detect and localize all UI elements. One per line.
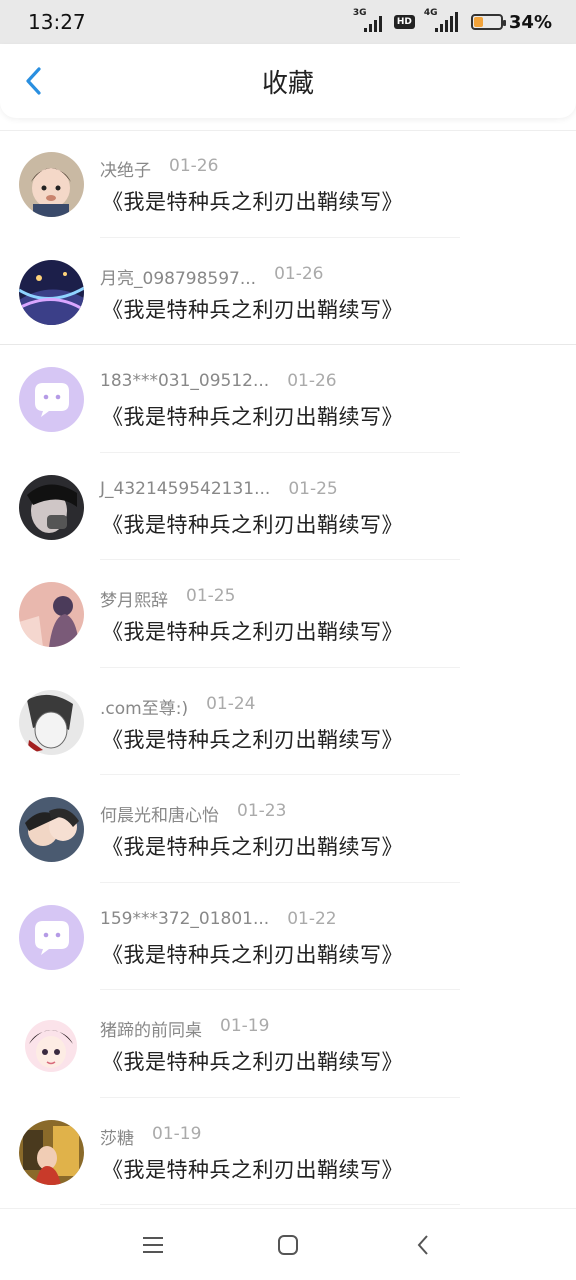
username: 何晨光和唐心怡 <box>100 806 219 826</box>
nav-back-button[interactable] <box>403 1225 443 1265</box>
item-meta: 月亮_098798597... 01-26 <box>100 264 323 289</box>
list-item[interactable]: 梦月熙辞 01-25 《我是特种兵之利刃出鞘续写》 <box>0 560 576 668</box>
page-title: 收藏 <box>261 68 314 99</box>
date: 01-26 <box>169 156 219 176</box>
network-type-label: 3G <box>352 8 367 18</box>
list-item[interactable]: 159***372_01801... 01-22 《我是特种兵之利刃出鞘续写》 <box>0 883 576 990</box>
item-meta: 183***031_09512... 01-26 <box>100 371 337 391</box>
avatar[interactable] <box>19 1119 84 1185</box>
default-avatar[interactable] <box>19 367 84 432</box>
item-meta: 莎糖 01-19 <box>100 1124 201 1149</box>
signal-3g-icon: 3G <box>353 8 384 32</box>
date: 01-25 <box>288 478 338 499</box>
favorites-list: 决绝子 01-26 《我是特种兵之利刃出鞘续写》 月亮_098798597...… <box>0 130 576 1205</box>
menu-icon <box>143 1236 163 1253</box>
header: 收藏 <box>0 44 576 118</box>
username: .com至尊:) <box>100 698 189 719</box>
list-item[interactable]: 何晨光和唐心怡 01-23 《我是特种兵之利刃出鞘续写》 <box>0 775 576 883</box>
item-meta: 159***372_01801... 01-22 <box>100 909 337 929</box>
item-meta: 何晨光和唐心怡 01-23 <box>100 801 286 826</box>
default-avatar[interactable] <box>19 904 84 970</box>
book-title[interactable]: 《我是特种兵之利刃出鞘续写》 <box>102 939 403 969</box>
username: 决绝子 <box>100 161 151 181</box>
network-type-label: 4G <box>423 8 438 18</box>
date: 01-25 <box>186 586 236 606</box>
back-button[interactable] <box>18 64 48 98</box>
list-item[interactable]: 月亮_098798597... 01-26 《我是特种兵之利刃出鞘续写》 <box>0 238 576 345</box>
list-item[interactable]: 莎糖 01-19 《我是特种兵之利刃出鞘续写》 <box>0 1098 576 1205</box>
battery-icon <box>470 14 506 30</box>
book-title[interactable]: 《我是特种兵之利刃出鞘续写》 <box>102 186 403 216</box>
username: 月亮_098798597... <box>100 268 257 289</box>
date: 01-24 <box>206 693 256 714</box>
date: 01-26 <box>287 371 337 391</box>
home-button[interactable] <box>268 1225 308 1265</box>
date: 01-23 <box>237 801 287 821</box>
list-item[interactable]: J_4321459542131... 01-25 《我是特种兵之利刃出鞘续写》 <box>0 453 576 560</box>
username: 猪蹄的前同桌 <box>100 1021 202 1041</box>
menu-button[interactable] <box>133 1225 173 1265</box>
book-title[interactable]: 《我是特种兵之利刃出鞘续写》 <box>102 724 403 754</box>
avatar[interactable] <box>19 1012 84 1077</box>
list-item[interactable]: 183***031_09512... 01-26 《我是特种兵之利刃出鞘续写》 <box>0 345 576 453</box>
book-title[interactable]: 《我是特种兵之利刃出鞘续写》 <box>102 1154 403 1184</box>
date: 01-26 <box>274 263 324 284</box>
hd-badge: HD <box>393 15 415 29</box>
avatar[interactable] <box>19 152 84 217</box>
system-nav-bar <box>0 1208 576 1280</box>
home-icon <box>278 1234 298 1255</box>
username: 莎糖 <box>100 1128 134 1149</box>
username: 159***372_01801... <box>100 908 270 929</box>
list-item[interactable]: 猪蹄的前同桌 01-19 《我是特种兵之利刃出鞘续写》 <box>0 990 576 1098</box>
divider <box>100 1204 460 1205</box>
status-time: 13:27 <box>28 10 86 34</box>
book-title[interactable]: 《我是特种兵之利刃出鞘续写》 <box>102 616 403 646</box>
date: 01-22 <box>287 908 337 929</box>
list-item[interactable]: 决绝子 01-26 《我是特种兵之利刃出鞘续写》 <box>0 130 576 238</box>
back-icon <box>417 1234 428 1255</box>
book-title[interactable]: 《我是特种兵之利刃出鞘续写》 <box>102 509 403 539</box>
date: 01-19 <box>220 1016 270 1036</box>
avatar[interactable] <box>19 689 84 755</box>
book-title[interactable]: 《我是特种兵之利刃出鞘续写》 <box>102 831 403 861</box>
battery-indicator: 34% <box>470 11 552 33</box>
battery-percent: 34% <box>508 11 552 33</box>
signal-4g-icon: 4G <box>424 8 461 32</box>
avatar[interactable] <box>19 582 84 647</box>
chevron-left-icon <box>26 67 41 95</box>
item-meta: J_4321459542131... 01-25 <box>100 479 338 499</box>
item-meta: .com至尊:) 01-24 <box>100 694 255 719</box>
book-title[interactable]: 《我是特种兵之利刃出鞘续写》 <box>102 401 403 431</box>
status-icons: 3G HD 4G 34% <box>353 8 552 33</box>
username: 梦月熙辞 <box>100 591 168 611</box>
avatar[interactable] <box>19 474 84 540</box>
list-item[interactable]: .com至尊:) 01-24 《我是特种兵之利刃出鞘续写》 <box>0 668 576 775</box>
avatar[interactable] <box>19 797 84 862</box>
date: 01-19 <box>152 1123 202 1144</box>
item-meta: 猪蹄的前同桌 01-19 <box>100 1016 269 1041</box>
item-meta: 决绝子 01-26 <box>100 156 218 181</box>
book-title[interactable]: 《我是特种兵之利刃出鞘续写》 <box>102 1046 403 1076</box>
book-title[interactable]: 《我是特种兵之利刃出鞘续写》 <box>102 294 403 324</box>
status-bar: 13:27 3G HD 4G 34% <box>0 0 576 44</box>
username: J_4321459542131... <box>100 478 271 499</box>
username: 183***031_09512... <box>100 371 270 391</box>
item-meta: 梦月熙辞 01-25 <box>100 586 235 611</box>
avatar[interactable] <box>19 259 84 325</box>
